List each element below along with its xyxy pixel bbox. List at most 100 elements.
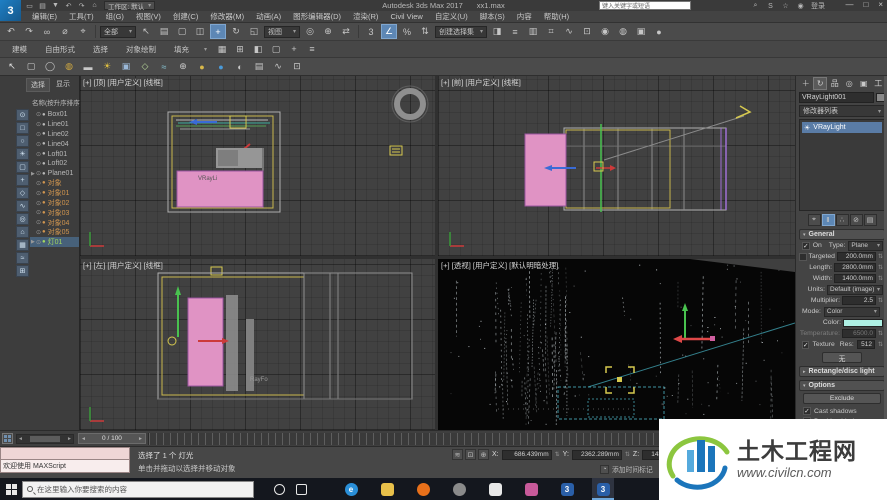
cortana-button[interactable]: [268, 478, 290, 500]
select-arrow-icon[interactable]: ↖: [4, 59, 20, 74]
listener-line[interactable]: 欢迎使用 MAXScript: [0, 460, 130, 473]
modify-tab-icon[interactable]: ↻: [813, 77, 827, 90]
options-rollout-header[interactable]: ▾ Options: [799, 380, 885, 391]
reference-coordinate-dropdown[interactable]: 视图▾: [264, 26, 300, 38]
explorer-row[interactable]: ⊙ ● 对象03: [30, 208, 79, 218]
filter-groups-icon[interactable]: ◎: [16, 213, 29, 225]
undo-quick-icon[interactable]: ↶: [63, 1, 74, 10]
ribbon-tab[interactable]: 选择: [85, 43, 116, 56]
menu-item[interactable]: 工具(T): [63, 11, 100, 22]
workspace-dropdown[interactable]: 工作区: 默认▾: [104, 1, 155, 10]
filter-shapes-icon[interactable]: ○: [16, 135, 29, 147]
visibility-eye-icon[interactable]: ⊙: [36, 190, 41, 197]
select-and-manipulate-icon[interactable]: ⊕: [320, 24, 336, 39]
object-name-field[interactable]: VRayLight001: [799, 92, 874, 103]
display-tab-icon[interactable]: ▣: [857, 77, 870, 90]
texture-none-button[interactable]: 无: [822, 352, 862, 363]
sign-in-button[interactable]: 登录: [811, 1, 825, 11]
viewport-label-front[interactable]: [+] [前] [用户定义] [线框]: [441, 77, 521, 88]
spinner-snap-icon[interactable]: ⇅: [417, 24, 433, 39]
viewport-front[interactable]: [+] [前] [用户定义] [线框]: [438, 76, 795, 256]
pin-stack-icon[interactable]: ⌖: [808, 214, 821, 226]
sphere-primitive-icon[interactable]: ◯: [42, 59, 58, 74]
time-slider[interactable]: ◄ 0 / 100 ►: [78, 433, 146, 444]
visibility-eye-icon[interactable]: ⊙: [36, 219, 41, 226]
visibility-eye-icon[interactable]: ⊙: [36, 209, 41, 216]
angle-snap-icon[interactable]: ∠: [381, 24, 397, 39]
y-coordinate-field[interactable]: 2362.289mm: [572, 450, 622, 460]
viewport-top[interactable]: [+] [顶] [用户定义] [线框] VRayLi: [80, 76, 435, 256]
light-create-icon[interactable]: ☀: [99, 59, 115, 74]
scrollbar-thumb[interactable]: [30, 436, 60, 442]
add-time-tag[interactable]: ◔ 添加时间标记: [600, 464, 653, 474]
select-and-move-icon[interactable]: +: [210, 24, 226, 39]
explorer-row[interactable]: ▶ ⊙ ● 灯01: [30, 237, 79, 247]
visibility-eye-icon[interactable]: ⊙: [36, 111, 41, 118]
snaps-toggle-3d-icon[interactable]: 3: [363, 24, 379, 39]
keyboard-shortcut-override-icon[interactable]: ⇄: [338, 24, 354, 39]
explorer-row[interactable]: ⊙ ● Loft01: [30, 149, 79, 159]
material-sample-yellow-icon[interactable]: ●: [194, 59, 210, 74]
menu-item[interactable]: 编辑(E): [26, 11, 63, 22]
viewport-label-top[interactable]: [+] [顶] [用户定义] [线框]: [83, 77, 163, 88]
viewport-layout-tab-icon[interactable]: [2, 433, 13, 444]
menu-item[interactable]: 视图(V): [130, 11, 167, 22]
targeted-checkbox[interactable]: [799, 253, 807, 261]
paint-deform-icon[interactable]: +: [286, 42, 302, 57]
explorer-row[interactable]: ⊙ ● 对象01: [30, 188, 79, 198]
menu-item[interactable]: 修改器(M): [204, 11, 250, 22]
menu-item[interactable]: Civil View: [384, 12, 428, 21]
explorer-sort-header[interactable]: 名称(按升序排序): [0, 94, 79, 109]
percent-snap-icon[interactable]: %: [399, 24, 415, 39]
motion-tab-icon[interactable]: ◎: [843, 77, 856, 90]
align-tools-icon[interactable]: ≡: [304, 42, 320, 57]
menu-item[interactable]: 脚本(S): [474, 11, 511, 22]
systems-create-icon[interactable]: ⊕: [175, 59, 191, 74]
modify-selection-icon[interactable]: ◧: [250, 42, 266, 57]
explorer-row[interactable]: ⊙ ● Loft02: [30, 159, 79, 169]
task-view-button[interactable]: [290, 478, 312, 500]
general-rollout-header[interactable]: ▾ General: [799, 229, 885, 240]
visibility-eye-icon[interactable]: ⊙: [36, 180, 41, 187]
shading-mode-icon[interactable]: ◐: [232, 59, 248, 74]
filter-warps-icon[interactable]: ◇: [16, 187, 29, 199]
undo-icon[interactable]: ↶: [3, 24, 19, 39]
x-coordinate-field[interactable]: 686.439mm: [502, 450, 552, 460]
visibility-eye-icon[interactable]: ⊙: [36, 151, 41, 158]
viewport-label-left[interactable]: [+] [左] [用户定义] [线框]: [83, 260, 163, 271]
render-setup-icon[interactable]: ◍: [615, 24, 631, 39]
visibility-eye-icon[interactable]: ⊙: [36, 239, 41, 246]
save-file-icon[interactable]: ▼: [50, 1, 61, 10]
remove-modifier-icon[interactable]: ⊘: [850, 214, 863, 226]
grid-tool-icon[interactable]: ⊡: [289, 59, 305, 74]
show-end-result-icon[interactable]: Ⅱ: [822, 214, 835, 226]
filter-frozen-icon[interactable]: ≈: [16, 252, 29, 264]
plane-primitive-icon[interactable]: ▬: [80, 59, 96, 74]
select-and-scale-icon[interactable]: ◱: [246, 24, 262, 39]
firefox-app-icon[interactable]: [412, 478, 434, 500]
spinner-icon[interactable]: ⇅: [878, 264, 883, 271]
visibility-eye-icon[interactable]: ⊙: [36, 141, 41, 148]
redo-quick-icon[interactable]: ↷: [76, 1, 87, 10]
3dsmax-running-icon[interactable]: 3: [592, 478, 614, 500]
targeted-distance-field[interactable]: 200.0mm: [837, 252, 876, 261]
named-selection-sets-dropdown[interactable]: 创建选择集▾: [435, 26, 487, 38]
filter-geometry-icon[interactable]: □: [16, 122, 29, 134]
schematic-view-icon[interactable]: ⊡: [579, 24, 595, 39]
ribbon-toggle-icon[interactable]: ⌗: [543, 24, 559, 39]
explorer-row[interactable]: ⊙ ● Line01: [30, 120, 79, 130]
unlink-selection-icon[interactable]: ⌀: [57, 24, 73, 39]
spinner-icon[interactable]: ⇅: [878, 341, 883, 348]
explorer-row[interactable]: ⊙ ● Line04: [30, 139, 79, 149]
hierarchy-tab-icon[interactable]: 品: [828, 77, 841, 90]
rect-disc-light-header[interactable]: ▸ Rectangle/disc light: [799, 366, 885, 377]
edit-poly-icon[interactable]: ⊞: [232, 42, 248, 57]
help-search-input[interactable]: 键入关键字或短语: [599, 1, 691, 10]
menu-item[interactable]: 自定义(U): [429, 11, 474, 22]
photos-app-icon[interactable]: [520, 478, 542, 500]
teapot-primitive-icon[interactable]: ◍: [61, 59, 77, 74]
layer-manager-icon[interactable]: ▥: [525, 24, 541, 39]
multiplier-field[interactable]: 2.5: [842, 296, 876, 305]
checkbox[interactable]: ✓: [803, 407, 811, 415]
visibility-eye-icon[interactable]: ⊙: [36, 131, 41, 138]
